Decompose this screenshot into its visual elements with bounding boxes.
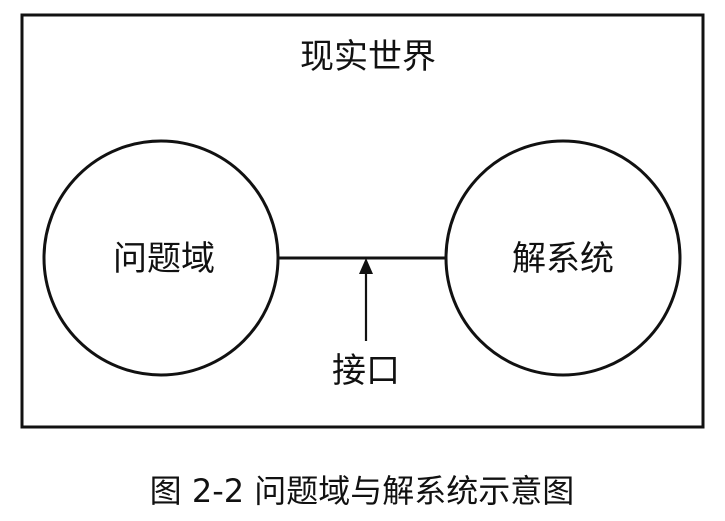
figure-caption-text: 问题域与解系统示意图 [254,472,574,510]
figure-number: 图 2-2 [150,472,244,510]
problem-domain-solution-system-diagram: 现实世界 问题域 解系统 接口 图 2-2 问题域与解系统示意图 [20,13,705,510]
real-world-title: 现实世界 [300,37,436,77]
interface-arrow-head-icon [359,258,373,274]
solution-system-label: 解系统 [512,239,614,279]
figure-caption: 图 2-2 问题域与解系统示意图 [150,472,575,510]
interface-label: 接口 [332,351,400,391]
problem-domain-label: 问题域 [113,239,215,279]
